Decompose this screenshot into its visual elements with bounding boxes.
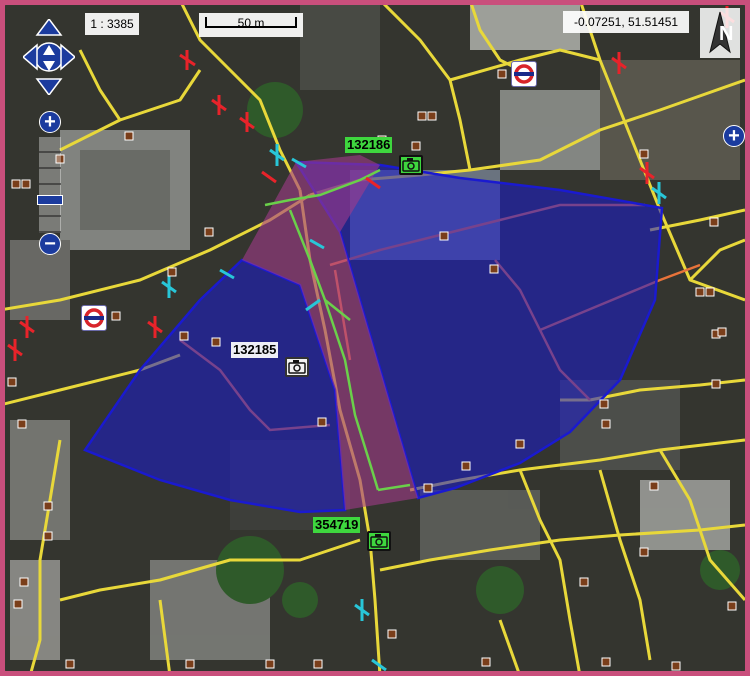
map-scale-label: 1 : 3385 bbox=[85, 13, 139, 35]
photo-id-label: 132186 bbox=[345, 137, 393, 153]
cursor-coordinates: -0.07251, 51.51451 bbox=[563, 11, 689, 33]
pan-left-arrow-icon bbox=[23, 43, 38, 71]
pan-right-arrow-icon bbox=[60, 43, 75, 71]
pan-control[interactable] bbox=[23, 19, 75, 95]
photo-id-label: 132185 bbox=[231, 342, 279, 358]
zoom-in-button[interactable]: + bbox=[39, 111, 61, 133]
underground-station-icon[interactable] bbox=[81, 305, 107, 331]
zoom-out-button[interactable]: − bbox=[39, 233, 61, 255]
camera-icon[interactable] bbox=[285, 357, 309, 377]
scalebar-label: 50 m bbox=[237, 16, 265, 30]
scalebar: 50 m bbox=[199, 13, 303, 37]
zoom-slider[interactable] bbox=[37, 137, 63, 233]
north-label: N bbox=[719, 23, 734, 45]
zoom-slider-handle[interactable] bbox=[37, 195, 63, 205]
camera-icon[interactable] bbox=[399, 155, 423, 175]
zoom-in-button-right[interactable]: + bbox=[723, 125, 745, 147]
pan-up-arrow-icon bbox=[35, 19, 63, 36]
photo-id-label: 354719 bbox=[313, 517, 361, 533]
underground-station-icon[interactable] bbox=[511, 61, 537, 87]
camera-icon[interactable] bbox=[367, 531, 391, 551]
pan-down-arrow-icon bbox=[35, 78, 63, 95]
map-canvas[interactable] bbox=[5, 5, 745, 671]
map-frame[interactable]: 1 : 3385 50 m -0.07251, 51.51451 N + − +… bbox=[0, 0, 750, 676]
